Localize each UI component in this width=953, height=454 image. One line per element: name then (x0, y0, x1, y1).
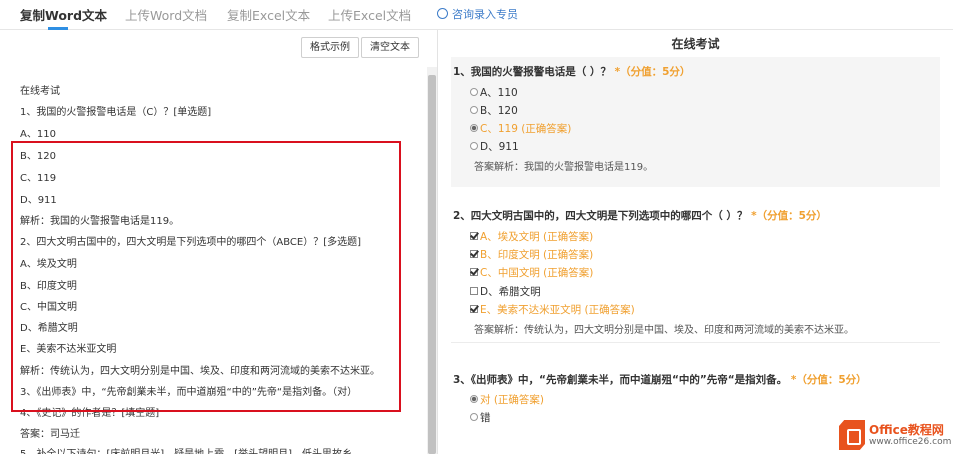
question-3-score: *（分值：5分） (790, 374, 867, 386)
consult-label: 咨询录入专员 (452, 8, 518, 21)
question-3-option-true[interactable]: 对 (正确答案) (470, 392, 544, 407)
question-1-option-b[interactable]: B、120 (470, 103, 518, 118)
question-2-option-e[interactable]: E、美索不达米亚文明 (正确答案) (470, 302, 635, 317)
headset-icon (437, 8, 448, 19)
scrollbar-thumb[interactable] (428, 75, 436, 454)
radio-icon[interactable] (470, 413, 478, 421)
checkbox-checked-icon[interactable] (470, 250, 478, 258)
tab-copy-word-text[interactable]: 复制Word文本 (20, 5, 107, 24)
checkbox-icon[interactable] (470, 287, 478, 295)
clear-text-button[interactable]: 清空文本 (361, 37, 419, 58)
text-editor[interactable]: 在线考试 1、我国的火警报警电话是（C）？[单选题] A、110 B、120 C… (0, 67, 427, 454)
question-2-explanation: 答案解析：传统认为，四大文明分别是中国、埃及、印度和两河流域的美索不达米亚。 (474, 325, 854, 336)
text-input-panel: 格式示例 清空文本 在线考试 1、我国的火警报警电话是（C）？[单选题] A、1… (0, 31, 437, 454)
question-2-option-a[interactable]: A、埃及文明 (正确答案) (470, 229, 593, 244)
question-2-option-c[interactable]: C、中国文明 (正确答案) (470, 265, 593, 280)
question-1-score: *（分值：5分） (614, 66, 691, 78)
editor-line: 1、我国的火警报警电话是（C）？[单选题] (20, 107, 212, 118)
editor-line: D、911 (20, 195, 57, 206)
tab-upload-excel-doc[interactable]: 上传Excel文档 (328, 5, 411, 24)
question-3-option-false[interactable]: 错 (470, 410, 491, 425)
editor-line: 在线考试 (20, 86, 60, 97)
checkbox-checked-icon[interactable] (470, 232, 478, 240)
question-2-title: 2、四大文明古国中的，四大文明是下列选项中的哪四个（ ）？ *（分值：5分） (453, 210, 827, 222)
question-2-option-b[interactable]: B、印度文明 (正确答案) (470, 247, 593, 262)
editor-line: 2、四大文明古国中的，四大文明是下列选项中的哪四个（ABCE）？[多选题] (20, 237, 361, 248)
editor-line: C、中国文明 (20, 302, 77, 313)
radio-icon[interactable] (470, 106, 478, 114)
editor-line: B、印度文明 (20, 281, 77, 292)
editor-line: 解析：传统认为，四大文明分别是中国、埃及、印度和两河流域的美索不达米亚。 (20, 366, 380, 377)
editor-line: 3、《出师表》中，“先帝創業未半，而中道崩殂“中的”先帝“是指刘备。（对） (20, 387, 358, 398)
question-separator (451, 342, 940, 343)
editor-line: A、埃及文明 (20, 259, 77, 270)
question-1-option-d[interactable]: D、911 (470, 139, 519, 154)
checkbox-checked-icon[interactable] (470, 305, 478, 313)
radio-icon[interactable] (470, 142, 478, 150)
top-tab-bar: 复制Word文本 上传Word文档 复制Excel文本 上传Excel文档 咨询… (0, 0, 953, 30)
tab-copy-excel-text[interactable]: 复制Excel文本 (227, 5, 310, 24)
office-logo-icon (839, 420, 865, 450)
question-1-option-a[interactable]: A、110 (470, 85, 518, 100)
question-2-option-d[interactable]: D、希腊文明 (470, 284, 541, 299)
question-1-explanation: 答案解析：我国的火警报警电话是119。 (474, 162, 654, 173)
editor-line: 解析：我国的火警报警电话是119。 (20, 216, 180, 227)
logo-name: Office教程网 (869, 423, 944, 437)
question-1-option-c[interactable]: C、119 (正确答案) (470, 121, 571, 136)
active-tab-indicator (48, 27, 68, 30)
radio-icon[interactable] (470, 88, 478, 96)
tab-upload-word-doc[interactable]: 上传Word文档 (125, 5, 207, 24)
editor-line: 4、《史记》的作者是？[填空题] (20, 408, 160, 419)
editor-line: C、119 (20, 173, 57, 184)
radio-selected-icon[interactable] (470, 395, 478, 403)
editor-line: B、120 (20, 151, 56, 162)
question-3-title: 3、《出师表》中，“先帝創業未半，而中道崩殂“中的”先帝“是指刘备。 *（分值：… (453, 374, 867, 386)
preview-title: 在线考试 (671, 37, 720, 51)
editor-line: 答案：司马迁 (20, 429, 80, 440)
editor-line: 5、补全以下诗句：[床前明月光]，疑是地上霜。[举头望明月]，低头思故乡。 (20, 445, 362, 454)
office26-logo: Office教程网 www.office26.com (835, 417, 953, 454)
exam-preview-panel: 在线考试 1、我国的火警报警电话是（ ）？ *（分值：5分） A、110 B、1… (438, 31, 953, 454)
consult-link[interactable]: 咨询录入专员 (437, 6, 518, 22)
format-example-button[interactable]: 格式示例 (301, 37, 359, 58)
question-1-title: 1、我国的火警报警电话是（ ）？ *（分值：5分） (453, 66, 691, 78)
radio-selected-icon[interactable] (470, 124, 478, 132)
editor-line: E、美索不达米亚文明 (20, 344, 117, 355)
question-2-score: *（分值：5分） (751, 210, 827, 222)
editor-line: A、110 (20, 129, 56, 140)
editor-line: D、希腊文明 (20, 323, 78, 334)
checkbox-checked-icon[interactable] (470, 268, 478, 276)
logo-url: www.office26.com (869, 437, 952, 447)
